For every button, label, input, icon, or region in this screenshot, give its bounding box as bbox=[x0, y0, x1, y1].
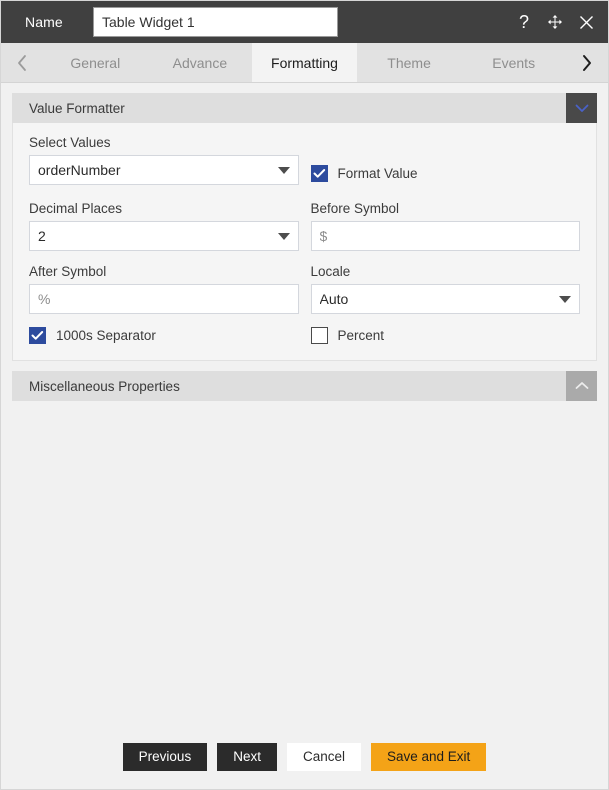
row-after-locale: After Symbol Locale Auto bbox=[29, 264, 580, 314]
tab-events[interactable]: Events bbox=[461, 43, 566, 82]
value-formatter-title: Value Formatter bbox=[29, 100, 125, 116]
value-formatter-header[interactable]: Value Formatter bbox=[12, 93, 597, 123]
cancel-button[interactable]: Cancel bbox=[286, 743, 361, 771]
field-after-symbol: After Symbol bbox=[29, 264, 299, 314]
dialog-titlebar: Name ? bbox=[1, 1, 608, 43]
section-misc-properties: Miscellaneous Properties bbox=[12, 371, 597, 401]
move-arrows-icon[interactable] bbox=[545, 11, 565, 33]
tab-strip: General Advance Formatting Theme Events bbox=[1, 43, 608, 83]
name-label: Name bbox=[25, 14, 63, 30]
after-symbol-input[interactable] bbox=[29, 284, 299, 314]
field-decimal-places: Decimal Places 2 bbox=[29, 201, 299, 251]
locale-label: Locale bbox=[310, 264, 351, 279]
field-select-values: Select Values orderNumber bbox=[29, 135, 299, 188]
row-decimal-before: Decimal Places 2 Before Symbol bbox=[29, 201, 580, 251]
misc-properties-title: Miscellaneous Properties bbox=[29, 378, 180, 394]
widget-properties-dialog: Name ? General bbox=[0, 0, 609, 790]
row-checkboxes: 1000s Separator Percent bbox=[29, 327, 580, 344]
thousands-separator-label: 1000s Separator bbox=[56, 328, 156, 343]
decimal-places-value: 2 bbox=[38, 228, 46, 244]
chevron-down-icon bbox=[277, 232, 290, 240]
titlebar-actions: ? bbox=[514, 1, 596, 43]
format-value-checkbox-row[interactable]: Format Value bbox=[310, 158, 581, 188]
chevron-down-icon[interactable] bbox=[566, 93, 597, 123]
section-value-formatter: Value Formatter Select Values orderNumbe… bbox=[12, 93, 597, 361]
before-symbol-label: Before Symbol bbox=[310, 201, 400, 216]
chevron-down-icon bbox=[277, 166, 290, 174]
field-locale: Locale Auto bbox=[310, 264, 580, 314]
save-and-exit-button[interactable]: Save and Exit bbox=[371, 743, 487, 771]
chevron-right-icon[interactable] bbox=[566, 43, 608, 82]
format-value-label: Format Value bbox=[337, 165, 418, 181]
decimal-places-label: Decimal Places bbox=[29, 201, 123, 216]
next-button[interactable]: Next bbox=[217, 743, 277, 771]
tab-theme[interactable]: Theme bbox=[356, 43, 462, 82]
before-symbol-input[interactable] bbox=[310, 221, 580, 251]
percent-checkbox[interactable] bbox=[310, 327, 328, 344]
thousands-separator-checkbox[interactable] bbox=[29, 327, 46, 344]
percent-row[interactable]: Percent bbox=[310, 327, 581, 344]
after-symbol-label: After Symbol bbox=[29, 264, 107, 279]
tab-formatting[interactable]: Formatting bbox=[252, 43, 357, 82]
previous-button[interactable]: Previous bbox=[122, 743, 208, 771]
select-values-value: orderNumber bbox=[38, 162, 121, 178]
dialog-content: Value Formatter Select Values orderNumbe… bbox=[1, 83, 608, 725]
tab-advance[interactable]: Advance bbox=[147, 43, 253, 82]
dialog-footer: Previous Next Cancel Save and Exit bbox=[1, 725, 608, 789]
question-mark-icon[interactable]: ? bbox=[514, 11, 534, 33]
widget-name-input[interactable] bbox=[93, 7, 338, 37]
locale-value: Auto bbox=[319, 291, 349, 307]
tab-general[interactable]: General bbox=[43, 43, 148, 82]
close-icon[interactable] bbox=[576, 11, 596, 33]
row-select-values: Select Values orderNumber Format Value bbox=[29, 135, 580, 188]
chevron-down-icon bbox=[559, 295, 571, 303]
decimal-places-dropdown[interactable]: 2 bbox=[29, 221, 299, 251]
tab-list: General Advance Formatting Theme Events bbox=[43, 43, 566, 82]
select-values-dropdown[interactable]: orderNumber bbox=[29, 155, 299, 185]
locale-dropdown[interactable]: Auto bbox=[310, 284, 580, 314]
field-before-symbol: Before Symbol bbox=[310, 201, 580, 251]
field-format-value: Format Value bbox=[310, 135, 581, 188]
value-formatter-body: Select Values orderNumber Format Value D… bbox=[12, 123, 597, 361]
chevron-left-icon[interactable] bbox=[1, 43, 43, 82]
percent-label: Percent bbox=[337, 328, 385, 343]
chevron-up-icon[interactable] bbox=[566, 371, 597, 401]
format-value-checkbox[interactable] bbox=[310, 164, 328, 182]
select-values-label: Select Values bbox=[29, 135, 111, 150]
misc-properties-header[interactable]: Miscellaneous Properties bbox=[12, 371, 597, 401]
thousands-separator-row[interactable]: 1000s Separator bbox=[29, 327, 299, 344]
